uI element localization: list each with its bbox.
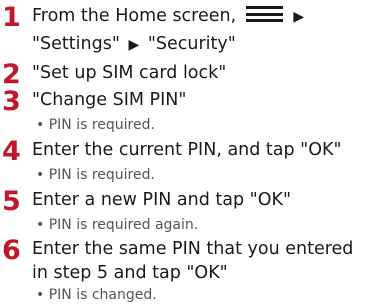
arrow-icon: ▶ <box>128 37 140 53</box>
bullet-icon: • <box>36 217 45 233</box>
step-6-text: Enter the same PIN that you entered <box>32 239 354 259</box>
step-5-text: Enter a new PIN and tap "OK" <box>32 190 292 210</box>
step-1-settings: "Settings" <box>32 34 120 54</box>
step-1-security: "Security" <box>147 34 236 54</box>
arrow-icon: ▶ <box>293 9 305 25</box>
step-3-note: • PIN is required. <box>36 116 155 134</box>
step-4-note-text: PIN is required. <box>48 167 155 183</box>
bullet-icon: • <box>36 117 45 133</box>
step-3-text: "Change SIM PIN" <box>32 90 187 110</box>
step-1-line-1: From the Home screen, ▶ <box>32 5 307 28</box>
step-6-note-text: PIN is changed. <box>48 287 157 303</box>
step-1-prefix: From the Home screen, <box>32 6 237 26</box>
step-5-note-text: PIN is required again. <box>48 217 199 233</box>
step-6-note: • PIN is changed. <box>36 286 157 304</box>
step-1-number: 1 <box>2 2 21 33</box>
step-2-text: "Set up SIM card lock" <box>32 63 227 83</box>
step-3-note-text: PIN is required. <box>48 117 155 133</box>
step-2-number: 2 <box>2 59 21 90</box>
step-4-note: • PIN is required. <box>36 166 155 184</box>
step-5-note: • PIN is required again. <box>36 216 198 234</box>
step-3-number: 3 <box>2 86 21 117</box>
bullet-icon: • <box>36 287 45 303</box>
step-6-text-line-2: in step 5 and tap "OK" <box>32 263 228 283</box>
step-1-line-2: "Settings" ▶ "Security" <box>32 33 236 56</box>
menu-icon <box>245 6 283 22</box>
bullet-icon: • <box>36 167 45 183</box>
step-6-number: 6 <box>2 235 21 266</box>
step-4-number: 4 <box>2 136 21 167</box>
step-4-text: Enter the current PIN, and tap "OK" <box>32 140 342 160</box>
step-5-number: 5 <box>2 186 21 217</box>
